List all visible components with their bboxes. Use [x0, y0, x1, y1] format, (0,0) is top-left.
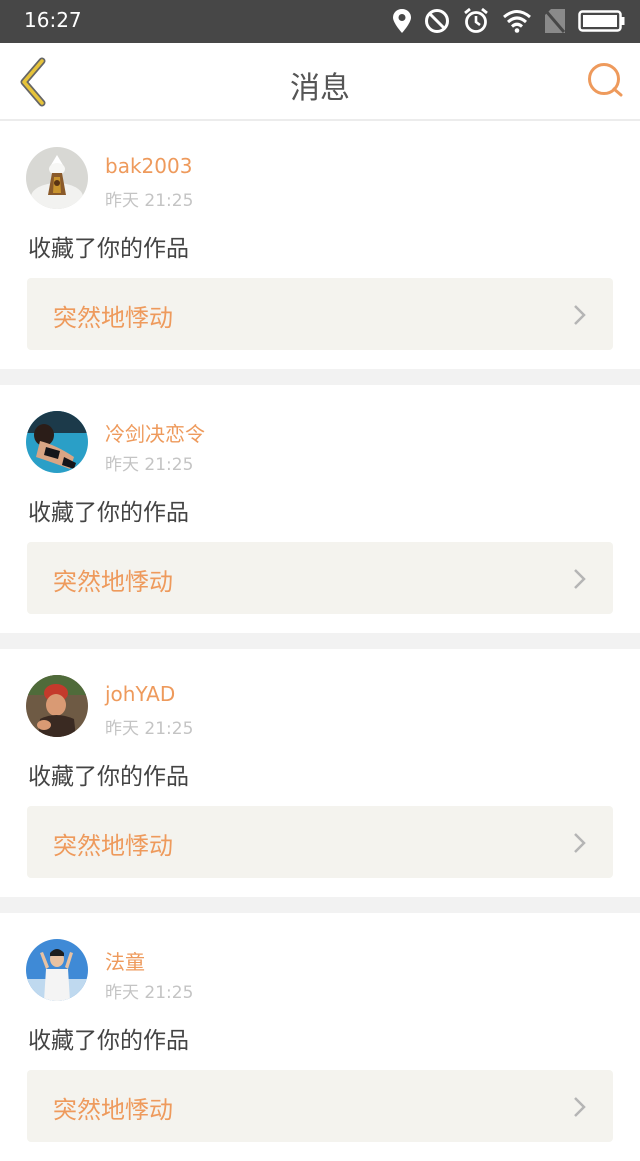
username[interactable]: bak2003: [105, 154, 192, 178]
username[interactable]: 法童: [105, 946, 145, 975]
search-icon: [588, 63, 623, 97]
action-text: 收藏了你的作品: [28, 236, 189, 262]
header: 消息: [0, 43, 640, 121]
chevron-right-icon: [573, 832, 587, 854]
work-link[interactable]: 突然地悸动: [27, 1070, 613, 1142]
wifi-icon: [502, 9, 532, 33]
location-icon: [392, 8, 412, 34]
avatar-lengjian[interactable]: [26, 411, 88, 473]
action-text: 收藏了你的作品: [28, 500, 189, 526]
status-icons: [392, 6, 626, 36]
work-link[interactable]: 突然地悸动: [27, 278, 613, 350]
message-time: 昨天 21:25: [105, 191, 194, 211]
work-link[interactable]: 突然地悸动: [27, 542, 613, 614]
avatar-johyad[interactable]: [26, 675, 88, 737]
work-title: 突然地悸动: [53, 832, 173, 860]
avatar-bak2003[interactable]: [26, 147, 88, 209]
message-time: 昨天 21:25: [105, 983, 194, 1003]
search-button[interactable]: [586, 61, 626, 101]
message-card: 法童 昨天 21:25 收藏了你的作品 突然地悸动: [0, 913, 640, 1161]
message-time: 昨天 21:25: [105, 455, 194, 475]
chevron-right-icon: [573, 304, 587, 326]
work-title: 突然地悸动: [53, 568, 173, 596]
alarm-icon: [462, 7, 490, 35]
page-title: 消息: [290, 71, 350, 106]
work-link[interactable]: 突然地悸动: [27, 806, 613, 878]
message-card: 冷剑决恋令 昨天 21:25 收藏了你的作品 突然地悸动: [0, 385, 640, 633]
action-text: 收藏了你的作品: [28, 1028, 189, 1054]
work-title: 突然地悸动: [53, 304, 173, 332]
username[interactable]: johYAD: [105, 682, 175, 706]
battery-icon: [578, 10, 626, 32]
do-not-disturb-icon: [424, 8, 450, 34]
chevron-right-icon: [573, 568, 587, 590]
username[interactable]: 冷剑决恋令: [105, 418, 205, 447]
status-bar: 16:27: [0, 0, 640, 43]
status-time: 16:27: [24, 8, 82, 32]
message-card: johYAD 昨天 21:25 收藏了你的作品 突然地悸动: [0, 649, 640, 897]
chevron-right-icon: [573, 1096, 587, 1118]
action-text: 收藏了你的作品: [28, 764, 189, 790]
work-title: 突然地悸动: [53, 1096, 173, 1124]
message-card: bak2003 昨天 21:25 收藏了你的作品 突然地悸动: [0, 121, 640, 369]
avatar-fatong[interactable]: [26, 939, 88, 1001]
message-time: 昨天 21:25: [105, 719, 194, 739]
no-sim-icon: [544, 8, 566, 34]
